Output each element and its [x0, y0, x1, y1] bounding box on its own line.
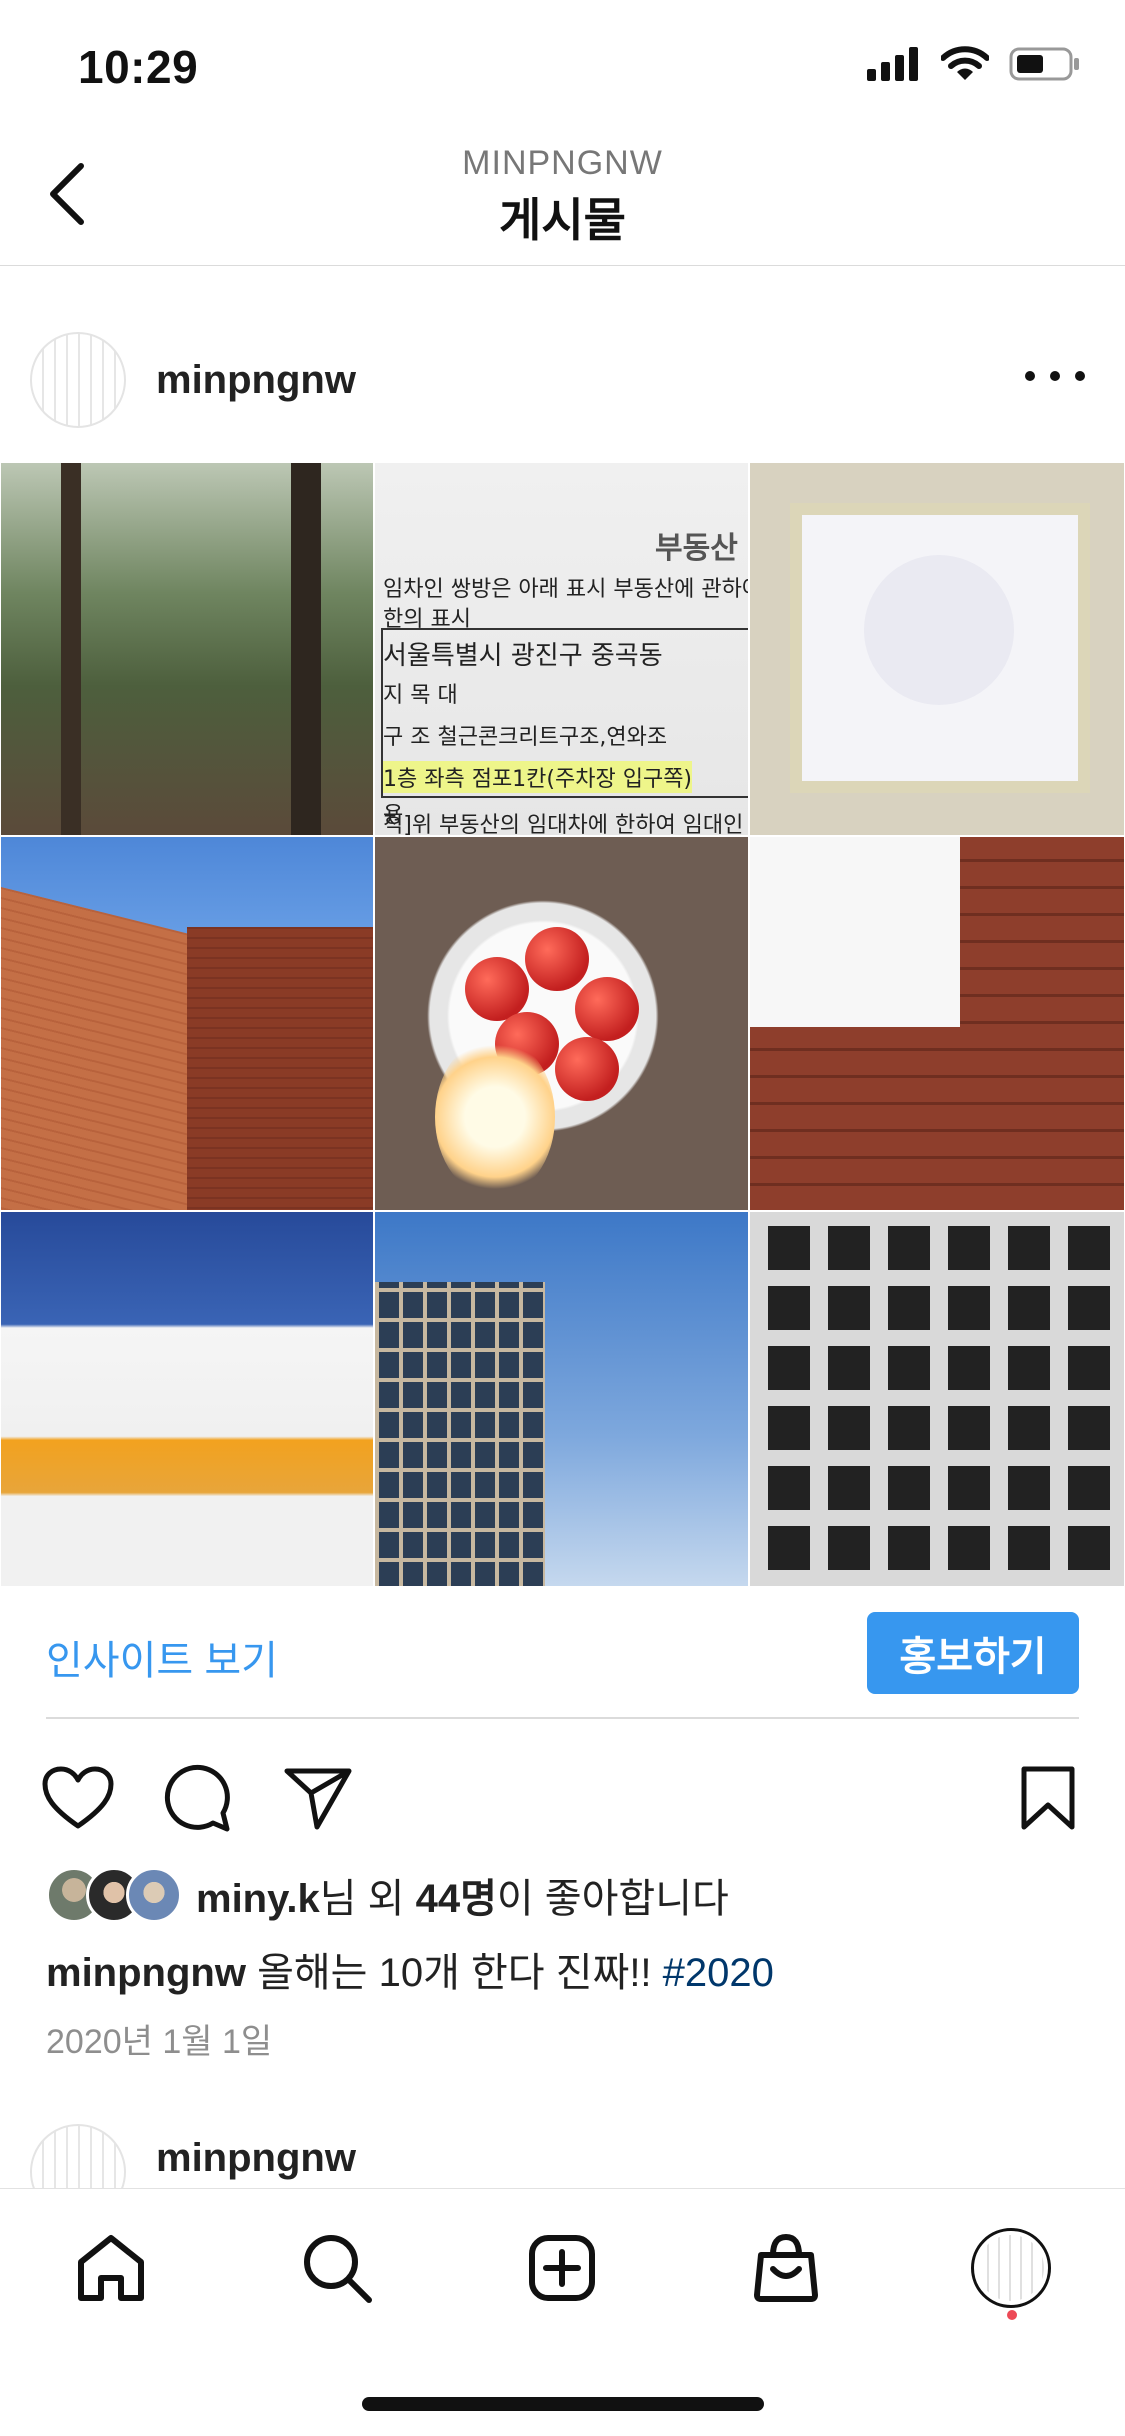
post-caption: minpngnw 올해는 10개 한다 진짜!! #2020 — [46, 1940, 774, 1998]
comment-button[interactable] — [158, 1758, 238, 1838]
home-icon — [78, 2235, 144, 2301]
liker-username[interactable]: miny.k — [196, 1877, 320, 1921]
tab-home[interactable] — [66, 2223, 156, 2313]
hashtag-link[interactable]: #2020 — [663, 1951, 774, 1995]
brick-building-photo — [0, 836, 374, 1211]
page-title: 게시물 — [499, 194, 626, 246]
shop-icon — [754, 2233, 818, 2302]
dot-icon — [1075, 371, 1085, 381]
likes-row[interactable]: miny.k님 외 44명이 좋아합니다 — [46, 1862, 729, 1928]
header-account-name: MINPNGNW — [462, 144, 663, 182]
search-icon — [304, 2235, 372, 2303]
caption-username[interactable]: minpngnw — [46, 1951, 246, 1995]
new-post-icon — [529, 2235, 595, 2301]
tab-search[interactable] — [292, 2223, 382, 2313]
comment-icon — [164, 1764, 230, 1832]
lease-document-photo: 부동산 임차인 쌍방은 아래 표시 부동산에 관하여 한의 표시 서울특별시 광… — [374, 462, 749, 836]
more-options-button[interactable] — [1025, 356, 1085, 396]
liker-avatar — [126, 1867, 182, 1923]
post-date: 2020년 1월 1일 — [46, 2023, 273, 2061]
cellular-signal-icon — [867, 47, 918, 81]
status-time: 10:29 — [78, 41, 199, 93]
save-button[interactable] — [1008, 1758, 1088, 1838]
nav-header: MINPNGNW 게시물 — [0, 130, 1125, 266]
forest-photo — [0, 462, 374, 836]
like-button[interactable] — [38, 1758, 118, 1838]
strawberry-cake-photo — [374, 836, 749, 1211]
office-building-photo — [374, 1211, 749, 1587]
send-icon — [284, 1768, 352, 1830]
post-image-grid[interactable]: 부동산 임차인 쌍방은 아래 표시 부동산에 관하여 한의 표시 서울특별시 광… — [0, 462, 1125, 1587]
post-username[interactable]: minpngnw — [156, 358, 356, 403]
battery-icon — [1009, 47, 1079, 81]
insight-row: 인사이트 보기 홍보하기 — [0, 1600, 1125, 1720]
promote-button[interactable]: 홍보하기 — [867, 1612, 1079, 1694]
shadow-grid-photo — [749, 1211, 1125, 1587]
view-insights-link[interactable]: 인사이트 보기 — [46, 1628, 278, 1686]
brick-table-photo — [749, 836, 1125, 1211]
likes-count[interactable]: 44명 — [416, 1877, 497, 1921]
tab-profile[interactable] — [966, 2223, 1056, 2313]
wifi-icon — [941, 46, 989, 80]
post-username[interactable]: minpngnw — [156, 2136, 356, 2181]
avatar[interactable] — [30, 332, 126, 428]
profile-avatar — [971, 2228, 1051, 2308]
caption-text: 올해는 10개 한다 진짜!! — [245, 1951, 663, 1995]
heart-icon — [42, 1766, 114, 1829]
dot-icon — [1025, 371, 1035, 381]
dot-icon — [1050, 371, 1060, 381]
likes-text: miny.k님 외 44명이 좋아합니다 — [196, 1877, 729, 1921]
tab-shop[interactable] — [741, 2223, 831, 2313]
status-bar: 10:29 — [0, 0, 1125, 130]
framed-manual-photo — [749, 462, 1125, 836]
divider — [46, 1717, 1079, 1719]
sculpture-photo — [0, 1211, 374, 1587]
post-actions — [0, 1750, 1125, 1850]
tab-new-post[interactable] — [517, 2223, 607, 2313]
status-icons — [867, 46, 1081, 82]
share-button[interactable] — [278, 1758, 358, 1838]
notification-dot — [1007, 2310, 1017, 2320]
home-indicator — [362, 2397, 764, 2411]
post-header: minpngnw — [0, 320, 1125, 440]
bookmark-icon — [1021, 1766, 1075, 1830]
